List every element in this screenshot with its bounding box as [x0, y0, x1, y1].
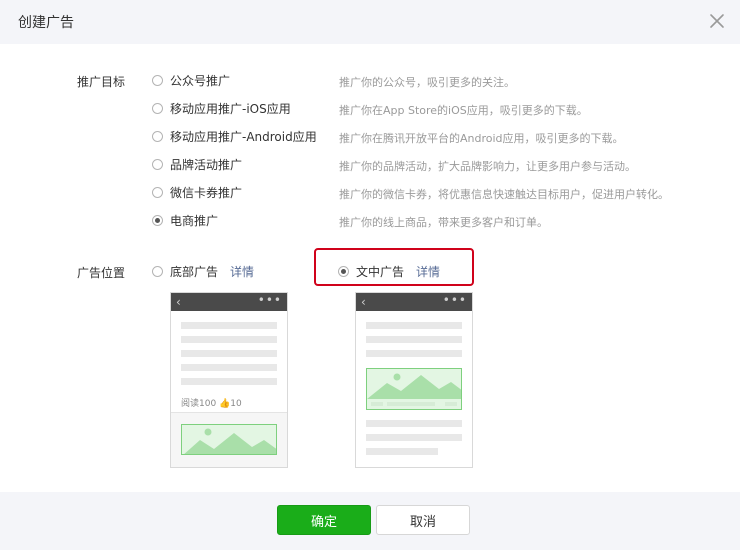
goal-option-label: 微信卡券推广 — [170, 185, 243, 200]
in-article-ad-preview: ‹ ••• — [355, 292, 473, 468]
radio-unchecked[interactable] — [152, 158, 163, 170]
goal-option-official-account[interactable]: 公众号推广 — [152, 72, 230, 88]
close-button[interactable] — [704, 8, 730, 34]
goal-option-label: 公众号推广 — [170, 73, 231, 88]
ad-caption-placeholder — [387, 402, 435, 406]
radio-checked[interactable] — [152, 214, 163, 226]
position-option-label: 文中广告 — [356, 264, 405, 279]
text-placeholder-line — [366, 448, 438, 455]
goal-option-label: 移动应用推广-iOS应用 — [170, 101, 291, 116]
dialog-header: 创建广告 — [0, 0, 740, 44]
create-ad-dialog: 创建广告 推广目标 公众号推广 推广你的公众号，吸引更多的关注。 移动应用推广-… — [0, 0, 740, 550]
radio-unchecked[interactable] — [152, 102, 163, 114]
ad-position-label: 广告位置 — [77, 266, 126, 280]
text-placeholder-line — [181, 378, 277, 385]
radio-unchecked[interactable] — [152, 74, 163, 86]
text-placeholder-line — [366, 420, 462, 427]
text-placeholder-line — [366, 350, 462, 357]
text-placeholder-line — [181, 336, 277, 343]
text-placeholder-line — [181, 322, 277, 329]
ad-image-placeholder — [181, 424, 277, 455]
goal-option-android-app[interactable]: 移动应用推广-Android应用 — [152, 128, 317, 144]
text-placeholder-line — [366, 434, 462, 441]
phone-nav-bar: ‹ ••• — [171, 293, 287, 311]
more-icon: ••• — [442, 293, 467, 307]
cancel-button[interactable]: 取消 — [376, 505, 470, 535]
bottom-ad-detail-link[interactable]: 详情 — [230, 263, 254, 280]
radio-checked[interactable] — [338, 265, 349, 277]
radio-unchecked[interactable] — [152, 186, 163, 198]
goal-option-desc: 推广你在App Store的iOS应用，吸引更多的下载。 — [339, 104, 588, 117]
phone-nav-bar: ‹ ••• — [356, 293, 472, 311]
promotion-goal-label: 推广目标 — [77, 75, 126, 89]
close-icon — [710, 14, 724, 28]
position-option-bottom[interactable]: 底部广告 详情 — [152, 263, 254, 279]
position-option-label: 底部广告 — [170, 264, 219, 279]
landscape-image-icon — [184, 428, 276, 454]
goal-option-label: 品牌活动推广 — [170, 157, 243, 172]
goal-option-ios-app[interactable]: 移动应用推广-iOS应用 — [152, 100, 291, 116]
back-icon: ‹ — [176, 295, 181, 309]
position-option-in-article[interactable]: 文中广告 详情 — [338, 263, 440, 279]
landscape-image-icon — [367, 373, 461, 399]
bottom-ad-preview: ‹ ••• 阅读100 👍10 — [170, 292, 288, 468]
ad-caption-placeholder — [445, 402, 457, 406]
text-placeholder-line — [181, 350, 277, 357]
goal-option-label: 移动应用推广-Android应用 — [170, 129, 317, 144]
dialog-title: 创建广告 — [18, 15, 74, 31]
goal-option-label: 电商推广 — [170, 213, 219, 228]
ad-slot — [171, 413, 287, 467]
back-icon: ‹ — [361, 295, 366, 309]
goal-option-desc: 推广你的微信卡券，将优惠信息快速触达目标用户，促进用户转化。 — [339, 188, 669, 201]
ad-caption-placeholder — [371, 402, 383, 406]
more-icon: ••• — [257, 293, 282, 307]
text-placeholder-line — [181, 364, 277, 371]
goal-option-ecommerce[interactable]: 电商推广 — [152, 212, 218, 228]
radio-unchecked[interactable] — [152, 265, 163, 277]
confirm-button[interactable]: 确定 — [277, 505, 371, 535]
text-placeholder-line — [366, 322, 462, 329]
read-like-count: 阅读100 👍10 — [181, 399, 242, 409]
goal-option-desc: 推广你的公众号，吸引更多的关注。 — [339, 76, 515, 89]
goal-option-wechat-coupon[interactable]: 微信卡券推广 — [152, 184, 242, 200]
radio-unchecked[interactable] — [152, 130, 163, 142]
text-placeholder-line — [366, 336, 462, 343]
ad-image-placeholder — [366, 368, 462, 410]
goal-option-desc: 推广你的线上商品，带来更多客户和订单。 — [339, 216, 548, 229]
goal-option-desc: 推广你在腾讯开放平台的Android应用，吸引更多的下载。 — [339, 132, 624, 145]
goal-option-desc: 推广你的品牌活动，扩大品牌影响力，让更多用户参与活动。 — [339, 160, 636, 173]
in-article-ad-detail-link[interactable]: 详情 — [416, 263, 440, 280]
goal-option-brand-campaign[interactable]: 品牌活动推广 — [152, 156, 242, 172]
